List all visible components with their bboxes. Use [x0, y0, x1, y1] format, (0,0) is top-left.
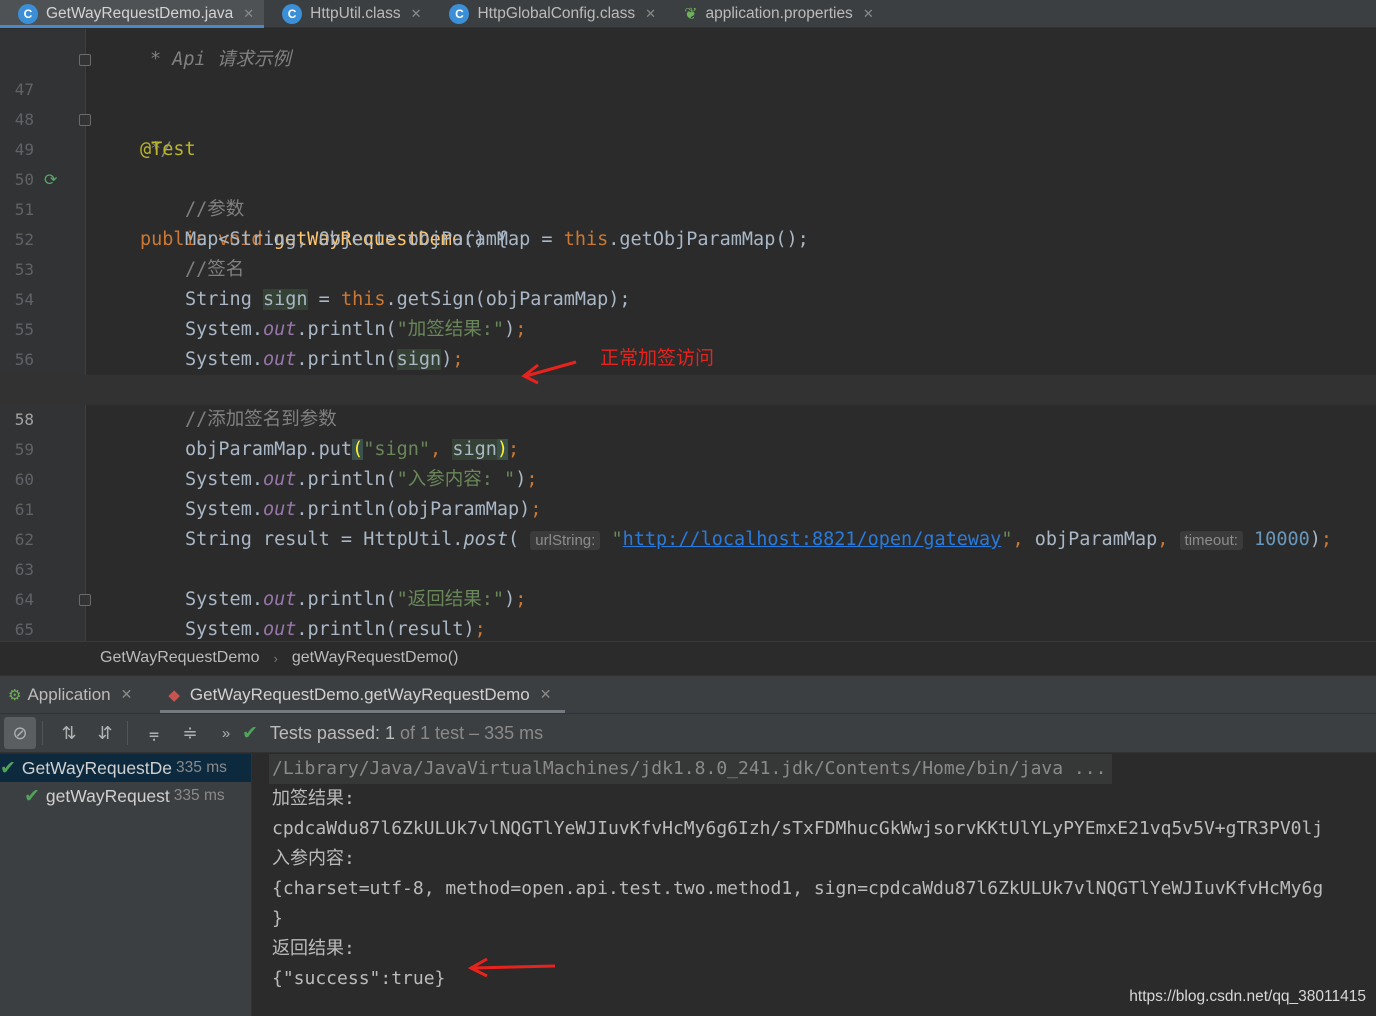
code-line: 52 //签名 — [0, 195, 1376, 280]
console-line: {charset=utf-8, method=open.api.test.two… — [272, 878, 1324, 899]
test-tree: ✔ GetWayRequestDe 335 ms ✔ getWayRequest… — [0, 754, 252, 1016]
properties-icon: ❦ — [684, 6, 698, 23]
tab-label: GetWayRequestDemo.getWayRequestDemo — [189, 684, 530, 704]
test-runner-toolbar: ⊘ ⇅ ⇵ ⩦ ≑ » ✔ Tests passed: 1 of 1 test … — [0, 713, 1376, 753]
red-arrow-icon — [521, 360, 577, 385]
test-duration: 335 ms — [173, 787, 225, 804]
console-line: {"success":true} — [272, 968, 446, 989]
close-icon[interactable]: ✕ — [243, 6, 254, 22]
class-icon: C — [449, 4, 470, 24]
breadcrumb-class[interactable]: GetWayRequestDemo — [100, 649, 259, 667]
code-line: 51 Map<String, Object> objParamMap = thi… — [0, 165, 1376, 250]
console-line: } — [272, 908, 283, 929]
code-line: 66 — [0, 615, 1376, 641]
class-icon: C — [18, 4, 38, 24]
console-line: 返回结果: — [272, 938, 355, 959]
close-icon[interactable]: ✕ — [645, 6, 656, 22]
test-duration: 335 ms — [176, 759, 227, 776]
code-line: 62 — [0, 495, 1376, 549]
expand-all-icon[interactable]: ⩦ — [138, 717, 170, 749]
test-name: getWayRequest — [45, 785, 170, 806]
close-icon[interactable]: ✕ — [411, 6, 422, 22]
code-line: 54 System.out.println("加签结果:"); — [0, 255, 1376, 340]
code-line: 59 System.out.println("入参内容: "); — [0, 405, 1376, 490]
close-icon[interactable]: ✕ — [121, 686, 133, 703]
tab-application-properties[interactable]: ❦ application.properties ✕ — [666, 0, 884, 28]
annotation-label: 正常加签访问 — [600, 348, 715, 369]
console-output[interactable]: /Library/Java/JavaVirtualMachines/jdk1.8… — [253, 754, 1376, 1016]
run-tab-bar: ⚙ Application ✕ ◆ GetWayRequestDemo.getW… — [0, 675, 1376, 713]
tab-getwayrequestdemo-java[interactable]: C GetWayRequestDemo.java ✕ — [0, 0, 265, 28]
code-line: 47 */ — [0, 45, 1376, 160]
check-icon: ✔ — [242, 722, 258, 744]
breadcrumb-method[interactable]: getWayRequestDemo() — [292, 649, 459, 667]
check-icon: ✔ — [24, 785, 40, 807]
code-line: 64 System.out.println(result); — [0, 555, 1376, 640]
run-tab-application[interactable]: ⚙ Application ✕ — [0, 676, 146, 714]
red-arrow-icon — [467, 957, 556, 978]
toolbar-divider — [42, 721, 43, 745]
code-line: 49 ⟳ public void getWayRequestDemo() { — [0, 105, 1376, 250]
console-command-line[interactable]: /Library/Java/JavaVirtualMachines/jdk1.8… — [269, 754, 1113, 784]
collapse-all-icon[interactable]: ≑ — [174, 717, 206, 749]
tab-label: GetWayRequestDemo.java — [46, 5, 234, 22]
check-icon: ✔ — [0, 757, 16, 779]
test-tree-item[interactable]: ✔ GetWayRequestDe 335 ms — [0, 754, 251, 782]
toolbar-divider — [127, 721, 128, 745]
show-passed-toggle-icon[interactable]: ⊘ — [4, 717, 36, 749]
class-icon: C — [282, 4, 303, 24]
code-line: 53 String sign = this.getSign(objParamMa… — [0, 225, 1376, 310]
console-line: 入参内容: — [272, 848, 355, 869]
run-tab-test[interactable]: ◆ GetWayRequestDemo.getWayRequestDemo ✕ — [160, 676, 565, 714]
test-status: Tests passed: 1 of 1 test – 335 ms — [270, 723, 543, 744]
code-line: * Api 请求示例 — [0, 29, 1376, 70]
code-line: 55 System.out.println(sign); — [0, 285, 1376, 370]
sort-by-duration-icon[interactable]: ⇵ — [89, 717, 121, 749]
test-tree-item[interactable]: ✔ getWayRequest 335 ms — [0, 782, 251, 810]
tab-label: application.properties — [705, 5, 853, 22]
test-name: GetWayRequestDe — [21, 757, 173, 778]
chevron-right-icon: › — [273, 650, 278, 666]
more-actions-icon[interactable]: » — [210, 717, 242, 749]
editor-tab-bar: C GetWayRequestDemo.java ✕ C HttpUtil.cl… — [0, 0, 1376, 28]
tab-label: HttpUtil.class — [310, 5, 401, 22]
close-icon[interactable]: ✕ — [863, 6, 874, 22]
sort-alphabetically-icon[interactable]: ⇅ — [53, 717, 85, 749]
test-config-icon: ◆ — [168, 686, 180, 704]
code-line: 61 String result = HttpUtil.post( urlStr… — [0, 465, 1376, 550]
tab-label: Application — [27, 684, 111, 704]
tab-httpglobalconfig-class[interactable]: C HttpGlobalConfig.class ✕ — [431, 0, 666, 28]
spring-app-icon: ⚙ — [8, 686, 22, 704]
tab-label: HttpGlobalConfig.class — [477, 5, 636, 22]
code-line: 60 System.out.println(objParamMap); — [0, 435, 1376, 520]
console-line: 加签结果: — [272, 788, 355, 809]
breadcrumb: GetWayRequestDemo › getWayRequestDemo() — [0, 641, 1376, 674]
code-line: 50 //参数 — [0, 135, 1376, 220]
code-editor[interactable]: * Api 请求示例 47 */ 48 @Test 49 ⟳ public vo… — [0, 29, 1376, 641]
tab-httputil-class[interactable]: C HttpUtil.class ✕ — [264, 0, 431, 28]
close-icon[interactable]: ✕ — [540, 686, 552, 703]
status-suffix: of 1 test – 335 ms — [400, 722, 544, 743]
code-line: 63 System.out.println("返回结果:"); — [0, 525, 1376, 610]
status-count: 1 — [385, 722, 396, 743]
fold-icon[interactable] — [79, 114, 91, 126]
status-prefix: Tests passed: — [269, 722, 380, 743]
code-line: 56 — [0, 315, 1376, 369]
code-line: 48 @Test — [0, 75, 1376, 160]
fold-icon[interactable] — [79, 54, 91, 66]
code-line: 65 } — [0, 585, 1376, 639]
code-line-current: 58 objParamMap.put("sign", sign); — [0, 375, 1376, 460]
console-line: cpdcaWdu87l6ZkULUk7vlNQGTlYeWJIuvKfvHcMy… — [272, 818, 1324, 839]
fold-icon[interactable] — [79, 594, 91, 606]
watermark-text: https://blog.csdn.net/qq_38011415 — [1129, 988, 1366, 1005]
